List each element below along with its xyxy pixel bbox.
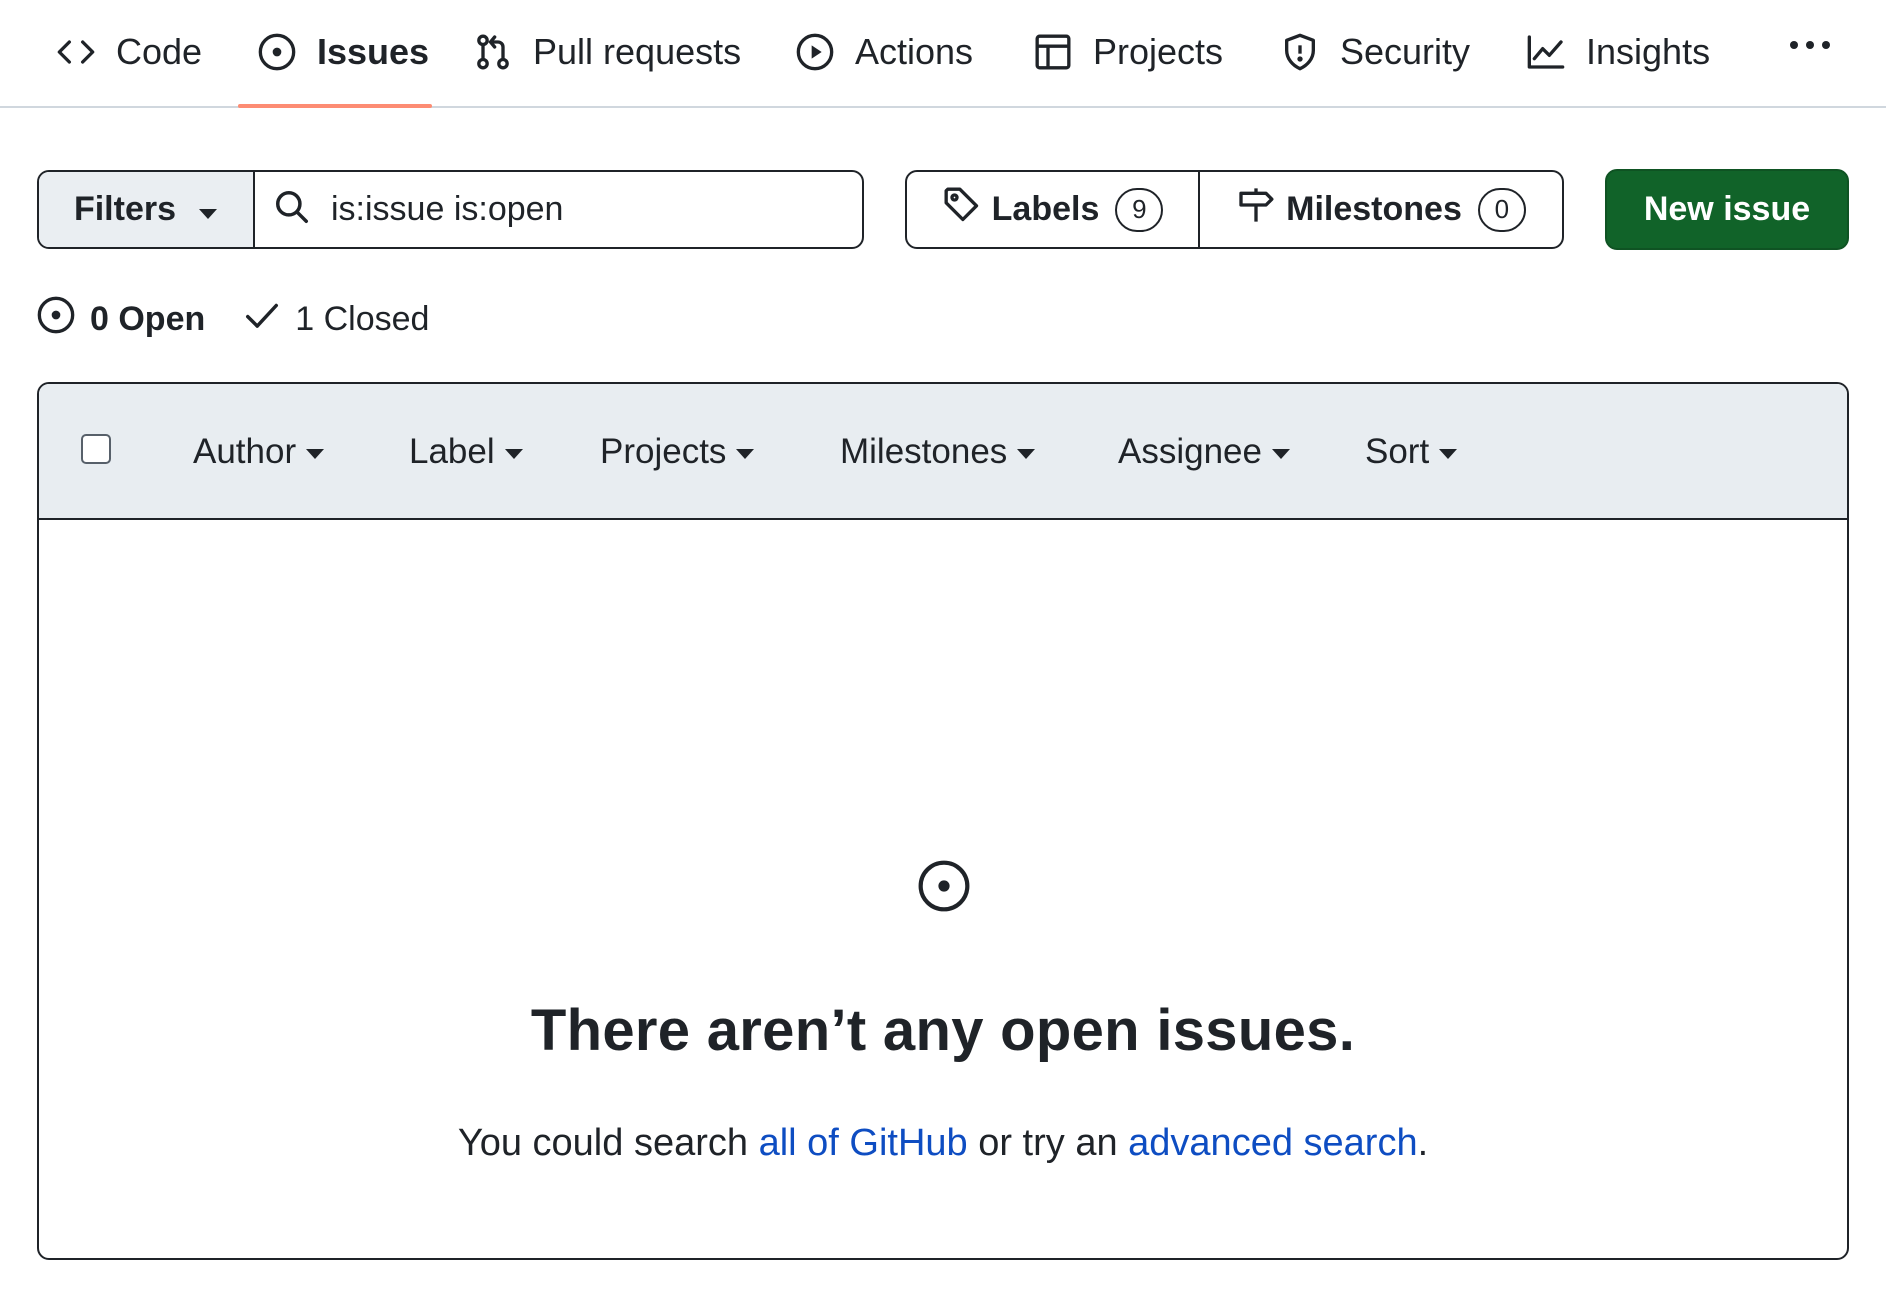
- tab-label: Pull requests: [533, 31, 742, 72]
- issues-list: Author Label Projects Milestones Assigne…: [37, 382, 1849, 1260]
- tag-icon: [942, 185, 982, 234]
- milestones-filter[interactable]: Milestones: [840, 422, 1036, 482]
- sort-filter[interactable]: Sort: [1365, 422, 1458, 482]
- issues-list-header: Author Label Projects Milestones Assigne…: [39, 384, 1847, 520]
- closed-count-label: 1 Closed: [295, 299, 430, 338]
- tab-label: Code: [116, 31, 203, 72]
- table-icon: [1033, 32, 1073, 72]
- tab-label: Security: [1340, 31, 1471, 72]
- shield-icon: [1280, 32, 1320, 72]
- issue-opened-icon: [257, 32, 297, 72]
- search-all-github-link[interactable]: all of GitHub: [759, 1122, 968, 1164]
- tab-label: Insights: [1586, 31, 1711, 72]
- milestones-count-badge: 0: [1477, 187, 1526, 232]
- projects-filter[interactable]: Projects: [600, 422, 755, 482]
- filters-label: Filters: [73, 190, 177, 228]
- filter-search-group: Filters: [37, 170, 864, 249]
- empty-text-after: .: [1417, 1122, 1429, 1164]
- search-field: [255, 172, 862, 247]
- labels-button[interactable]: Labels 9: [907, 172, 1200, 247]
- new-issue-button[interactable]: New issue: [1605, 169, 1849, 250]
- tab-pull-requests[interactable]: Pull requests: [473, 20, 741, 84]
- label-filter-label: Label: [409, 432, 495, 471]
- advanced-search-link[interactable]: advanced search: [1128, 1122, 1417, 1164]
- tab-label: Actions: [855, 31, 974, 72]
- triangle-down-icon: [306, 449, 325, 459]
- tab-actions[interactable]: Actions: [795, 20, 973, 84]
- search-icon: [273, 188, 311, 231]
- triangle-down-icon: [1271, 449, 1290, 459]
- issue-opened-icon: [36, 295, 76, 344]
- milestone-icon: [1236, 185, 1276, 234]
- check-icon: [243, 296, 281, 343]
- projects-filter-label: Projects: [600, 432, 727, 471]
- open-issues-link[interactable]: 0 Open: [36, 295, 205, 344]
- empty-text-before: You could search: [457, 1122, 759, 1164]
- triangle-down-icon: [1439, 449, 1458, 459]
- tab-projects[interactable]: Projects: [1033, 20, 1223, 84]
- tab-insights[interactable]: Insights: [1526, 20, 1710, 84]
- sort-filter-label: Sort: [1365, 432, 1430, 471]
- author-filter[interactable]: Author: [193, 422, 325, 482]
- closed-issues-link[interactable]: 1 Closed: [243, 296, 429, 343]
- labels-milestones-group: Labels 9 Milestones 0: [905, 170, 1564, 249]
- labels-count-badge: 9: [1115, 187, 1164, 232]
- repo-nav: Code Issues Pull requests Actions Projec…: [0, 0, 1886, 108]
- selected-tab-underline: [238, 104, 432, 108]
- triangle-down-icon: [198, 190, 218, 229]
- issue-opened-icon: [916, 858, 972, 914]
- tab-code[interactable]: Code: [56, 20, 202, 84]
- open-count-label: 0 Open: [90, 299, 206, 338]
- kebab-horizontal-icon: [1788, 38, 1832, 56]
- more-tabs-button[interactable]: [1780, 22, 1840, 72]
- graph-icon: [1526, 32, 1566, 72]
- milestones-label: Milestones: [1286, 190, 1462, 228]
- milestones-filter-label: Milestones: [840, 432, 1008, 471]
- author-filter-label: Author: [193, 432, 297, 471]
- empty-text-middle: or try an: [967, 1122, 1129, 1164]
- git-pull-request-icon: [473, 32, 513, 72]
- issue-state-toggle: 0 Open 1 Closed: [36, 292, 429, 346]
- tab-label: Issues: [317, 31, 430, 72]
- label-filter[interactable]: Label: [409, 422, 523, 482]
- select-all-checkbox[interactable]: [81, 434, 111, 464]
- empty-state: There aren’t any open issues. You could …: [39, 522, 1847, 1258]
- play-icon: [795, 32, 835, 72]
- search-input[interactable]: [331, 190, 831, 229]
- assignee-filter-label: Assignee: [1118, 432, 1262, 471]
- triangle-down-icon: [736, 449, 755, 459]
- code-icon: [56, 32, 96, 72]
- labels-label: Labels: [991, 190, 1100, 228]
- milestones-button[interactable]: Milestones 0: [1200, 172, 1562, 247]
- assignee-filter[interactable]: Assignee: [1118, 422, 1290, 482]
- empty-state-text: You could search all of GitHub or try an…: [39, 1122, 1847, 1165]
- triangle-down-icon: [1017, 449, 1036, 459]
- triangle-down-icon: [504, 449, 523, 459]
- tab-issues[interactable]: Issues: [257, 20, 429, 84]
- empty-state-title: There aren’t any open issues.: [530, 998, 1356, 1063]
- tab-label: Projects: [1093, 31, 1224, 72]
- filters-button[interactable]: Filters: [39, 172, 255, 247]
- tab-security[interactable]: Security: [1280, 20, 1470, 84]
